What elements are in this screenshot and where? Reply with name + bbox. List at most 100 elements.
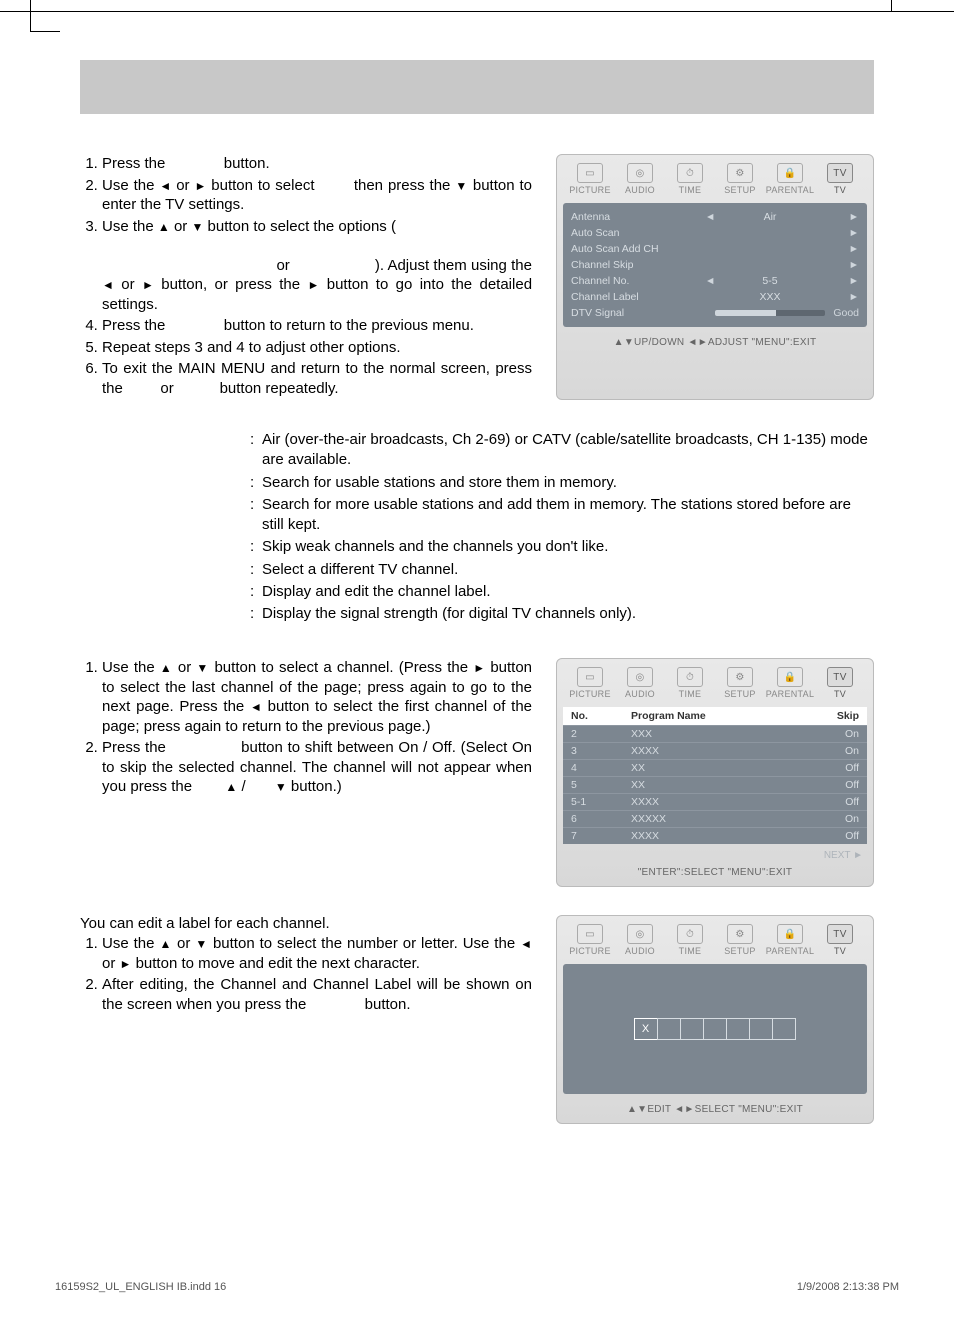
step-a2: Use the ◄ or ► button to select then pre… bbox=[102, 176, 532, 215]
tab-tv[interactable]: TVTV bbox=[815, 924, 865, 956]
tab-setup[interactable]: ⚙SETUP bbox=[715, 667, 765, 699]
tab-picture[interactable]: ▭PICTURE bbox=[565, 924, 615, 956]
cell-skip: Off bbox=[809, 796, 859, 808]
tab-setup[interactable]: ⚙SETUP bbox=[715, 924, 765, 956]
table-row[interactable]: 4XXOff bbox=[563, 759, 867, 776]
osd-row[interactable]: Channel Skip► bbox=[571, 257, 859, 273]
lbl: PICTURE bbox=[569, 946, 611, 956]
table-header: No. Program Name Skip bbox=[563, 707, 867, 725]
table-row[interactable]: 5-1XXXXOff bbox=[563, 793, 867, 810]
triangle-left-icon: ◄ bbox=[520, 937, 532, 951]
definition-item: :Search for more usable stations and add… bbox=[250, 495, 874, 536]
audio-icon: ◎ bbox=[627, 924, 653, 944]
tv-icon: TV bbox=[827, 163, 853, 183]
definition-text: Search for usable stations and store the… bbox=[262, 473, 874, 493]
table-row[interactable]: 7XXXXOff bbox=[563, 827, 867, 844]
colon: : bbox=[250, 604, 262, 624]
tab-picture[interactable]: ▭PICTURE bbox=[565, 163, 615, 195]
tab-time[interactable]: ⏱TIME bbox=[665, 667, 715, 699]
tab-parental[interactable]: 🔒PARENTAL bbox=[765, 924, 815, 956]
t: button to select a channel. (Press the bbox=[214, 659, 468, 676]
tab-parental[interactable]: 🔒PARENTAL bbox=[765, 667, 815, 699]
cell-no: 7 bbox=[571, 830, 631, 842]
definition-text: Search for more usable stations and add … bbox=[262, 495, 874, 536]
setup-icon: ⚙ bbox=[727, 667, 753, 687]
triangle-up-icon: ▲ bbox=[158, 220, 170, 234]
col-program: Program Name bbox=[631, 710, 809, 722]
label-cell[interactable] bbox=[726, 1018, 750, 1040]
tab-audio[interactable]: ◎ AUDIO bbox=[615, 924, 665, 956]
channel-label-intro: You can edit a label for each channel. bbox=[80, 915, 532, 932]
tab-audio[interactable]: ◎AUDIO bbox=[615, 163, 665, 195]
osd-row[interactable]: Auto Scan► bbox=[571, 225, 859, 241]
lbl: AUDIO bbox=[625, 946, 655, 956]
lbl: TIME bbox=[679, 946, 702, 956]
tab-time[interactable]: ⏱TIME bbox=[665, 924, 715, 956]
t: or bbox=[121, 276, 134, 293]
step-a1: Press the button. bbox=[102, 154, 532, 174]
label-cell[interactable] bbox=[703, 1018, 727, 1040]
lbl: AUDIO bbox=[625, 185, 655, 195]
t: or bbox=[102, 955, 115, 972]
osd-row-value: XXX bbox=[715, 291, 825, 303]
label-cell-0[interactable]: X bbox=[634, 1018, 658, 1040]
label-cell[interactable] bbox=[749, 1018, 773, 1040]
cell-skip: Off bbox=[809, 779, 859, 791]
osd-row[interactable]: Antenna◄Air► bbox=[571, 209, 859, 225]
next-page[interactable]: NEXT ► bbox=[557, 848, 873, 863]
step-c1: Use the ▲ or ▼ button to select the numb… bbox=[102, 934, 532, 973]
triangle-right-icon: ► bbox=[120, 957, 132, 971]
triangle-up-icon: ▲ bbox=[160, 661, 173, 675]
table-row[interactable]: 5XXOff bbox=[563, 776, 867, 793]
osd-row[interactable]: DTV SignalGood bbox=[571, 305, 859, 321]
definition-item: :Display the signal strength (for digita… bbox=[250, 604, 874, 624]
osd-footer: ▲▼UP/DOWN ◄►ADJUST "MENU":EXIT bbox=[557, 333, 873, 356]
footer-date: 1/9/2008 2:13:38 PM bbox=[797, 1281, 899, 1293]
t: or bbox=[174, 218, 187, 235]
osd-row-value: Air bbox=[715, 211, 825, 223]
osd-row-value: 5-5 bbox=[715, 275, 825, 287]
step-a5: Repeat steps 3 and 4 to adjust other opt… bbox=[102, 338, 532, 358]
table-row[interactable]: 2XXXOn bbox=[563, 725, 867, 742]
label-edit-grid[interactable]: X bbox=[635, 1018, 796, 1040]
tab-audio[interactable]: ◎AUDIO bbox=[615, 667, 665, 699]
definition-item: :Select a different TV channel. bbox=[250, 560, 874, 580]
osd-channel-skip: ▭PICTURE ◎AUDIO ⏱TIME ⚙SETUP 🔒PARENTAL T… bbox=[556, 658, 874, 887]
osd-footer: ▲▼EDIT ◄►SELECT "MENU":EXIT bbox=[557, 1100, 873, 1123]
osd-row[interactable]: Auto Scan Add CH► bbox=[571, 241, 859, 257]
triangle-left-icon: ◄ bbox=[159, 179, 171, 193]
cell-program: XXXXX bbox=[631, 813, 809, 825]
lbl: TIME bbox=[679, 185, 702, 195]
osd-row-label: Channel No. bbox=[571, 275, 705, 287]
page-footer: 16159S2_UL_ENGLISH IB.indd 16 1/9/2008 2… bbox=[55, 1281, 899, 1293]
tab-time[interactable]: ⏱TIME bbox=[665, 163, 715, 195]
osd-row-label: Auto Scan Add CH bbox=[571, 243, 705, 255]
arrow-right-icon: ► bbox=[825, 291, 859, 303]
lbl: PARENTAL bbox=[766, 946, 815, 956]
tab-picture[interactable]: ▭PICTURE bbox=[565, 667, 615, 699]
osd-row[interactable]: Channel LabelXXX► bbox=[571, 289, 859, 305]
tab-setup[interactable]: ⚙SETUP bbox=[715, 163, 765, 195]
col-skip: Skip bbox=[809, 710, 859, 722]
table-row[interactable]: 3XXXXOn bbox=[563, 742, 867, 759]
osd-channel-label: ▭PICTURE ◎ AUDIO ⏱TIME ⚙SETUP 🔒PARENTAL T… bbox=[556, 915, 874, 1124]
t: / bbox=[241, 778, 245, 795]
t: button to move and edit the next charact… bbox=[136, 955, 420, 972]
tab-tv[interactable]: TVTV bbox=[815, 667, 865, 699]
tv-icon: TV bbox=[827, 667, 853, 687]
label-cell[interactable] bbox=[680, 1018, 704, 1040]
osd-row-label: Auto Scan bbox=[571, 227, 705, 239]
tab-tv[interactable]: TVTV bbox=[815, 163, 865, 195]
tab-parental[interactable]: 🔒PARENTAL bbox=[765, 163, 815, 195]
footer-file: 16159S2_UL_ENGLISH IB.indd 16 bbox=[55, 1281, 226, 1293]
header-band bbox=[80, 60, 874, 114]
triangle-down-icon: ▼ bbox=[455, 179, 468, 193]
picture-icon: ▭ bbox=[577, 667, 603, 687]
table-row[interactable]: 6XXXXXOn bbox=[563, 810, 867, 827]
t: Use the bbox=[102, 177, 154, 194]
time-icon: ⏱ bbox=[677, 667, 703, 687]
label-cell[interactable] bbox=[657, 1018, 681, 1040]
osd-row[interactable]: Channel No.◄5-5► bbox=[571, 273, 859, 289]
t: button to select the number or letter. U… bbox=[213, 935, 515, 952]
label-cell[interactable] bbox=[772, 1018, 796, 1040]
